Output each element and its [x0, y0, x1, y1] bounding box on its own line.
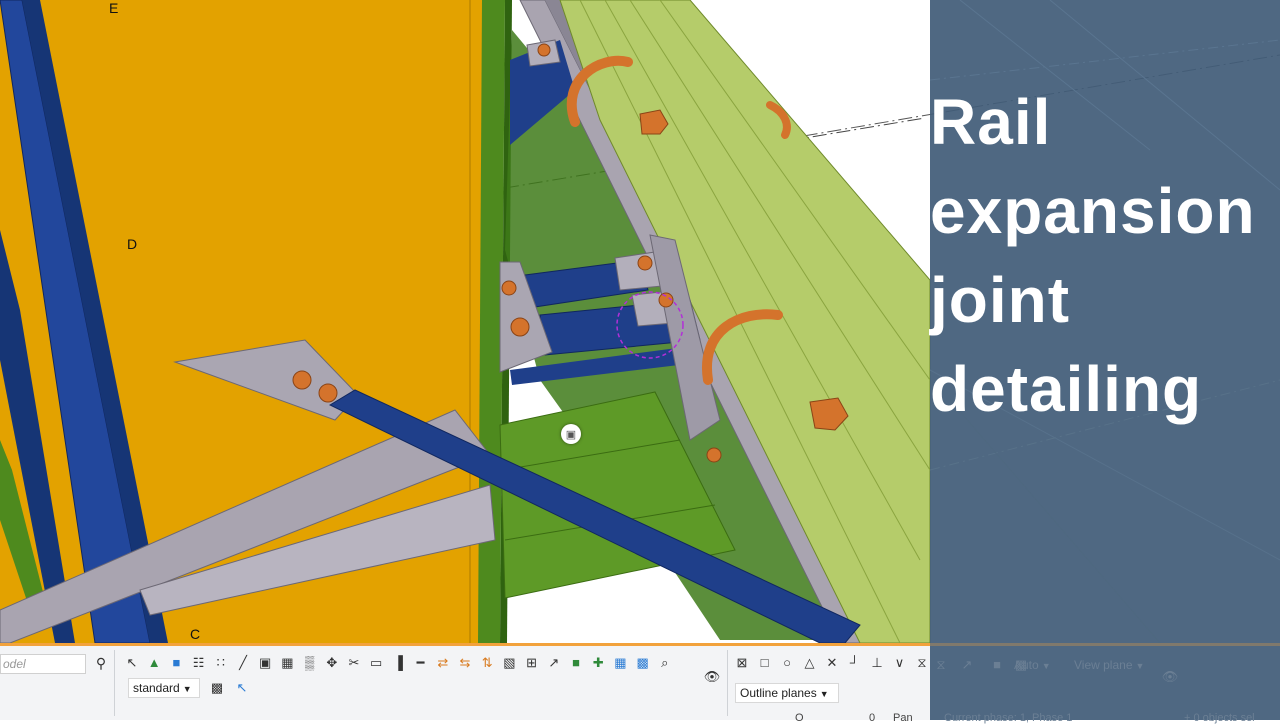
eye-icon[interactable]: 👁 — [703, 668, 721, 686]
line-icon: ↗ — [961, 657, 973, 672]
outline-select-label: Outline planes — [740, 686, 817, 700]
toolbar-separator — [114, 650, 115, 716]
grid-label-c: C — [190, 626, 201, 642]
cube-icon[interactable]: ▣ — [256, 654, 274, 672]
grid-label-d: D — [127, 236, 138, 252]
bolt-head — [637, 255, 653, 271]
grid-label-e: E — [109, 0, 119, 16]
bracket-icon[interactable]: ▧ — [500, 654, 518, 672]
bolt-head — [510, 317, 530, 337]
box-x-icon[interactable]: ⊠ — [733, 654, 751, 672]
blue-square-icon[interactable]: ■ — [167, 654, 185, 672]
arrow-icon[interactable]: ↗ — [545, 654, 563, 672]
grid-icon[interactable]: ▦ — [278, 654, 296, 672]
pointer-icon[interactable]: ↖ — [123, 654, 141, 672]
work-area-select[interactable]: Auto ▼ — [1014, 658, 1051, 672]
grid-select-icon[interactable]: ☷ — [190, 654, 208, 672]
search-icon[interactable]: ⚲ — [93, 655, 109, 671]
grid-blue-icon[interactable]: ▦ — [611, 654, 629, 672]
pattern-icon[interactable]: ▒ — [301, 654, 319, 672]
cut-icon[interactable]: ✂ — [345, 654, 363, 672]
chevron-down-icon: ▼ — [819, 689, 829, 699]
pattern-toggle-icon[interactable]: ▩ — [208, 679, 226, 697]
title-line: detailing — [930, 353, 1203, 425]
coord-value: 0 — [869, 712, 876, 724]
mode-indicator: Pan — [893, 712, 913, 724]
navigation-cube-icon[interactable]: ▣ — [561, 424, 581, 444]
hourglass-icon: ⧖ — [936, 657, 946, 672]
eye-icon: 👁 — [1161, 669, 1179, 684]
toolbar-separator — [727, 650, 728, 716]
bottom-toolbar: odel ⚲ ↖ ▲ ■ ☷ ∷ ╱ ▣ ▦ ▒ ✥ ✂ ▭ ▐ ━ ⇄ ⇆ ⇅ ▧ ⊞ ↗ ■ ✚ ▦ ▩ ⌕ standar… — [0, 643, 931, 724]
coord-label: O — [795, 712, 804, 724]
bolt-head — [501, 280, 517, 296]
corner-icon[interactable]: ┘ — [846, 654, 864, 672]
rect-icon[interactable]: ▭ — [367, 654, 385, 672]
green-square-icon[interactable]: ■ — [567, 654, 585, 672]
zoom-icon[interactable]: ⌕ — [656, 654, 674, 672]
circle-icon[interactable]: ○ — [778, 654, 796, 672]
square-icon[interactable]: □ — [756, 654, 774, 672]
title-line: expansion — [930, 175, 1256, 247]
plus-icon[interactable]: ✚ — [589, 654, 607, 672]
representation-select-label: standard — [133, 681, 180, 695]
bolt-head — [537, 43, 551, 57]
snap-b-icon[interactable]: ⇆ — [456, 654, 474, 672]
chevron-icon[interactable]: ∨ — [891, 654, 909, 672]
title-line: Rail — [930, 86, 1052, 158]
move-icon[interactable]: ✥ — [323, 654, 341, 672]
dots-icon[interactable]: ∷ — [212, 654, 230, 672]
snap-a-icon[interactable]: ⇄ — [434, 654, 452, 672]
tree-icon[interactable]: ▲ — [145, 654, 163, 672]
square-icon: ■ — [993, 657, 1001, 672]
outline-planes-select[interactable]: Outline planes ▼ — [735, 683, 839, 703]
snap-c-icon[interactable]: ⇅ — [478, 654, 496, 672]
selection-status: + 0 objects sel — [1184, 712, 1255, 724]
x-icon[interactable]: ✕ — [823, 654, 841, 672]
layers-icon[interactable]: ⊞ — [523, 654, 541, 672]
bolt-head — [706, 447, 722, 463]
bolt-head — [292, 370, 312, 390]
align-icon[interactable]: ▐ — [389, 654, 407, 672]
perp-icon[interactable]: ⊥ — [868, 654, 886, 672]
beam-icon[interactable]: ━ — [412, 654, 430, 672]
title-line: joint — [930, 264, 1071, 336]
panel-toolbar-shadow: ⧖ ↗ ■ ▩ Auto ▼ View plane ▼ 👁 Current phas… — [930, 643, 1280, 724]
hourglass-icon[interactable]: ⧖ — [913, 654, 931, 672]
select-point-icon[interactable]: ↖ — [233, 679, 251, 697]
phase-status: Current phase: 1, Phase 1 — [944, 712, 1073, 724]
triangle-icon[interactable]: △ — [801, 654, 819, 672]
line-icon[interactable]: ╱ — [234, 654, 252, 672]
view-plane-select[interactable]: View plane ▼ — [1074, 658, 1144, 672]
chevron-down-icon: ▼ — [182, 684, 192, 694]
bolt-head — [318, 383, 338, 403]
video-title: Rail expansion joint detailing — [930, 78, 1275, 434]
search-input[interactable]: odel — [0, 654, 86, 674]
representation-select[interactable]: standard ▼ — [128, 678, 200, 698]
grid-blue2-icon[interactable]: ▩ — [634, 654, 652, 672]
